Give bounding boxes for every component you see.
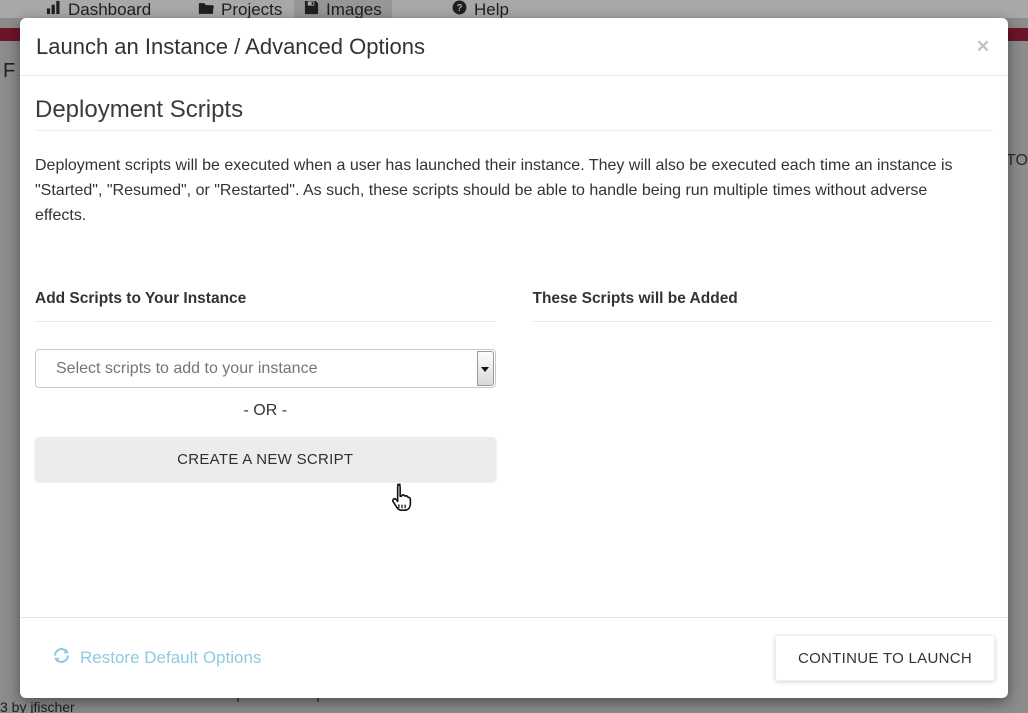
background-text-right: TO — [1006, 152, 1028, 170]
advanced-options-modal: Launch an Instance / Advanced Options ✕ … — [20, 18, 1008, 698]
section-heading: Deployment Scripts — [35, 96, 993, 131]
modal-footer: Restore Default Options CONTINUE TO LAUN… — [20, 617, 1008, 698]
continue-to-launch-button[interactable]: CONTINUE TO LAUNCH — [775, 635, 995, 681]
added-scripts-column: These Scripts will be Added — [533, 290, 994, 582]
restore-link-label: Restore Default Options — [80, 648, 261, 668]
or-separator: - OR - — [35, 401, 496, 421]
save-icon — [304, 0, 319, 18]
svg-text:?: ? — [456, 3, 462, 14]
refresh-icon — [52, 646, 71, 670]
background-text-bottom: 3 by jfischer — [0, 699, 75, 713]
scripts-select-placeholder: Select scripts to add to your instance — [56, 350, 317, 387]
nav-tab-help[interactable]: ? Help — [442, 0, 519, 18]
nav-tab-label: Images — [326, 0, 382, 18]
added-scripts-heading: These Scripts will be Added — [533, 290, 994, 322]
background-text-left: F — [3, 60, 15, 83]
modal-body: Deployment Scripts Deployment scripts wi… — [20, 96, 1008, 582]
close-icon[interactable]: ✕ — [972, 36, 994, 58]
nav-tab-label: Dashboard — [68, 0, 151, 18]
nav-tab-images[interactable]: Images — [294, 0, 392, 18]
restore-default-options-link[interactable]: Restore Default Options — [52, 646, 261, 670]
folder-icon — [198, 0, 214, 18]
nav-tab-dashboard[interactable]: Dashboard — [36, 0, 161, 18]
help-circle-icon: ? — [452, 0, 467, 18]
nav-tab-projects[interactable]: Projects — [188, 0, 292, 18]
scripts-columns: Add Scripts to Your Instance Select scri… — [35, 290, 993, 582]
create-new-script-button[interactable]: CREATE A NEW SCRIPT — [35, 437, 496, 481]
bar-chart-icon — [46, 0, 61, 18]
section-description: Deployment scripts will be executed when… — [35, 153, 965, 228]
scripts-select[interactable]: Select scripts to add to your instance — [35, 349, 496, 388]
add-scripts-column: Add Scripts to Your Instance Select scri… — [35, 290, 496, 582]
added-scripts-empty-list — [533, 322, 994, 582]
modal-header: Launch an Instance / Advanced Options ✕ — [20, 18, 1008, 76]
top-navigation: Dashboard Projects Images ? Help — [0, 0, 1028, 18]
modal-title: Launch an Instance / Advanced Options — [36, 18, 425, 76]
nav-tab-label: Help — [474, 0, 509, 18]
add-scripts-heading: Add Scripts to Your Instance — [35, 290, 496, 322]
select-dropdown-arrow-icon — [477, 351, 494, 386]
nav-tab-label: Projects — [221, 0, 282, 18]
